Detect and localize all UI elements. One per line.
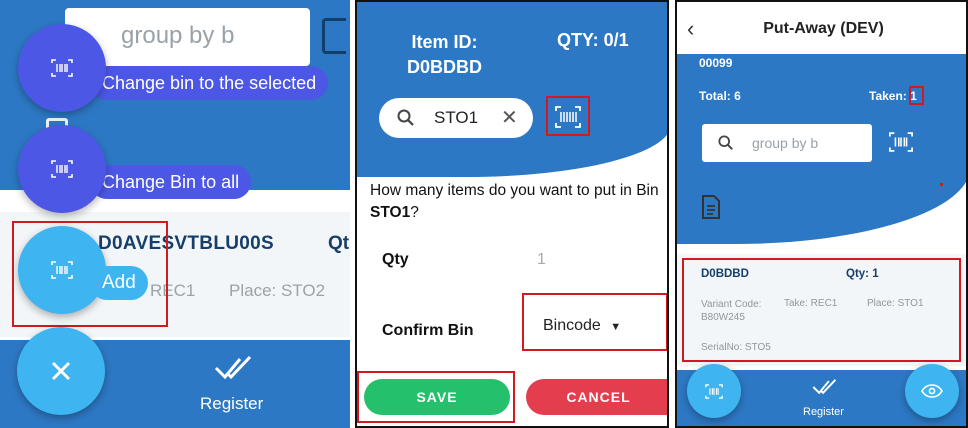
variant-label: Variant Code: [701,299,762,310]
barcode-scan-icon [51,160,73,178]
item-code: D0AVESVTBLU00S [98,233,274,254]
caret-down-icon: ▼ [610,321,622,333]
clear-icon[interactable]: ✕ [501,105,518,130]
variant-value: B80W245 [701,312,745,323]
barcode-scan-button[interactable] [888,132,914,152]
barcode-scan-icon [889,132,913,152]
card-take: Take: REC1 [784,298,838,309]
search-icon [397,109,414,126]
item-take: REC1 [150,281,196,300]
save-button[interactable]: SAVE [364,379,510,415]
question-bin: STO1 [370,204,411,221]
close-fab-button[interactable] [17,327,105,415]
eye-icon [921,384,943,398]
card-serial: SerialNo: STO5 [701,342,771,353]
item-id-value: D0BDBD [406,57,482,77]
card-item-code: D0BDBD [701,268,749,280]
total-count: Total: 6 [699,89,741,103]
change-bin-all-label[interactable]: Change Bin to all [90,165,252,199]
page-title: Put-Away (DEV) [763,20,884,37]
bin-search-value: STO1 [434,108,479,127]
search-icon [718,135,733,150]
cancel-button[interactable]: CANCEL [526,379,667,415]
barcode-scan-button[interactable] [547,97,589,137]
put-away-panel: ‹ Put-Away (DEV) 00099 Total: 6 Taken: 1… [675,0,968,428]
item-id: Item ID: D0BDBD [397,30,492,80]
highlight-dot [940,183,943,186]
change-bin-selected-label[interactable]: Change bin to the selected [90,66,329,100]
fab-menu-panel: group by b D0AVESVTBLU00S Qt REC1 Place:… [0,0,350,428]
taken-count: Taken: 1 [869,89,917,103]
taken-value: 1 [910,89,917,103]
bincode-select[interactable]: Bincode ▼ [543,317,621,335]
search-input[interactable]: group by b [702,124,872,162]
search-placeholder: group by b [121,22,235,49]
header-background [357,2,667,177]
register-label[interactable]: Register [200,394,263,414]
item-place: Place: STO2 [229,281,326,300]
view-fab-button[interactable] [905,364,959,418]
change-bin-all-button[interactable] [18,125,106,213]
bincode-value: Bincode [543,317,601,334]
card-variant: Variant Code: B80W245 [701,298,761,324]
document-icon[interactable] [701,194,721,220]
question-text: How many items do you want to put in Bin [370,182,659,199]
item-qty: Qt [328,233,350,254]
search-placeholder: group by b [752,135,819,151]
qty-input[interactable]: 1 [537,251,546,269]
close-icon [51,361,71,381]
double-check-icon[interactable] [214,354,254,382]
barcode-scan-icon [705,383,723,399]
confirm-bin-label: Confirm Bin [382,322,474,339]
question-mark: ? [410,204,419,221]
taken-label: Taken: [869,89,911,103]
confirm-bin-panel: Item ID: D0BDBD QTY: 0/1 STO1 ✕ How many… [355,0,669,428]
document-code: 00099 [699,56,733,70]
add-label[interactable]: Add [90,266,148,300]
change-bin-selected-button[interactable] [18,24,106,112]
barcode-scan-icon [51,59,73,77]
bin-search-input[interactable]: STO1 ✕ [379,98,533,138]
register-label[interactable]: Register [803,406,844,418]
barcode-scan-icon [51,261,73,279]
put-question: How many items do you want to put in Bin… [370,180,666,224]
double-check-icon[interactable] [812,377,838,397]
barcode-scan-icon [555,106,581,128]
scan-fab-button[interactable] [687,364,741,418]
card-place: Place: STO1 [867,298,924,309]
qty-label: Qty [382,251,409,268]
qty-counter: QTY: 0/1 [557,30,629,50]
add-fab-button[interactable] [18,226,106,314]
item-id-label: Item ID: [411,32,478,52]
barcode-scan-icon[interactable] [322,18,346,54]
card-qty: Qty: 1 [846,268,879,280]
